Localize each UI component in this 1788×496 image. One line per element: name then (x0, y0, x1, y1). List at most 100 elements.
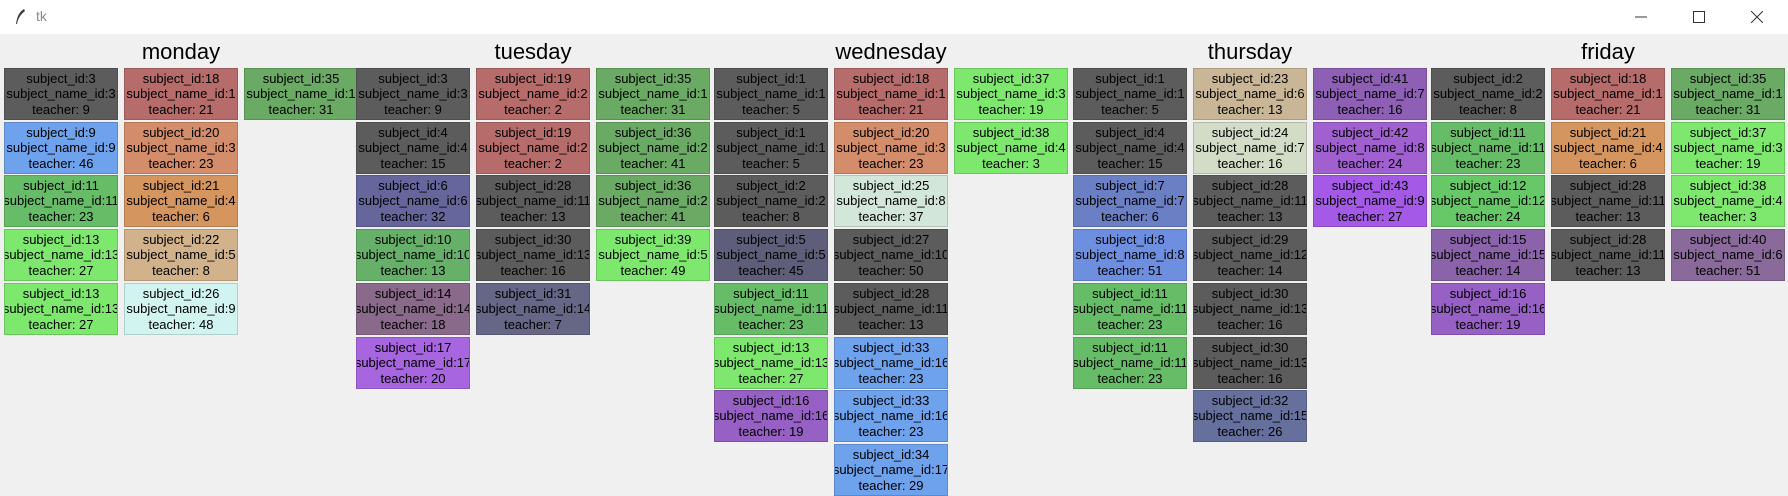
subject-block: subject_id:3 subject_name_id:3 teacher: 9 (356, 68, 470, 120)
block-teacher: teacher: 6 (1579, 155, 1637, 171)
block-subject-name-id: subject_name_id:3 (126, 140, 236, 156)
subject-block: subject_id:1 subject_name_id:1 teacher: 5 (1073, 68, 1187, 120)
subject-block: subject_id:21 subject_name_id:4 teacher: 6 (1551, 122, 1665, 174)
block-subject-id: subject_id:40 (1689, 231, 1767, 247)
block-subject-id: subject_id:13 (22, 231, 100, 247)
block-subject-name-id: subject_name_id:5 (126, 247, 236, 263)
block-subject-name-id: subject_name_id:7 (1075, 193, 1185, 209)
subject-block: subject_id:16 subject_name_id:16 teacher: … (714, 390, 828, 442)
block-teacher: teacher: 8 (742, 208, 800, 224)
block-subject-name-id: subject_name_id:11 (714, 301, 828, 317)
window-titlebar: tk (0, 0, 1788, 34)
block-subject-name-id: subject_name_id:8 (836, 193, 946, 209)
tk-feather-icon (13, 8, 27, 26)
block-subject-id: subject_id:11 (1450, 124, 1526, 140)
block-subject-id: subject_id:22 (142, 231, 220, 247)
block-subject-id: subject_id:2 (1453, 70, 1523, 86)
block-teacher: teacher: 37 (858, 208, 924, 224)
block-subject-id: subject_id:21 (142, 177, 220, 193)
block-subject-name-id: subject_name_id:1 (1075, 86, 1185, 102)
block-subject-id: subject_id:18 (1569, 70, 1647, 86)
block-subject-id: subject_id:6 (378, 177, 448, 193)
subject-block: subject_id:11 subject_name_id:11 teacher: … (1073, 337, 1187, 389)
block-subject-name-id: subject_name_id:11 (1193, 193, 1307, 209)
maximize-icon (1693, 11, 1705, 23)
subject-block: subject_id:30 subject_name_id:13 teacher: … (1193, 337, 1307, 389)
block-subject-id: subject_id:16 (732, 392, 810, 408)
block-subject-name-id: subject_name_id:13 (4, 247, 118, 263)
block-subject-name-id: subject_name_id:2 (598, 193, 708, 209)
subject-block: subject_id:18 subject_name_id:1 teacher: 2… (1551, 68, 1665, 120)
block-teacher: teacher: 9 (384, 101, 442, 117)
block-subject-id: subject_id:1 (736, 124, 806, 140)
subject-block: subject_id:13 subject_name_id:13 teacher: … (4, 283, 118, 335)
block-subject-name-id: subject_name_id:9 (1315, 193, 1425, 209)
block-subject-name-id: subject_name_id:7 (1195, 140, 1305, 156)
window-title: tk (36, 8, 47, 24)
block-subject-name-id: subject_name_id:16 (1431, 301, 1545, 317)
block-subject-id: subject_id:32 (1211, 392, 1289, 408)
block-subject-id: subject_id:3 (26, 70, 96, 86)
block-subject-name-id: subject_name_id:4 (1673, 193, 1783, 209)
minimize-button[interactable] (1618, 0, 1664, 34)
block-subject-name-id: subject_name_id:3 (836, 140, 946, 156)
block-teacher: teacher: 18 (380, 316, 446, 332)
block-subject-id: subject_id:36 (614, 177, 692, 193)
block-subject-id: subject_id:4 (378, 124, 448, 140)
maximize-button[interactable] (1676, 0, 1722, 34)
subject-block: subject_id:27 subject_name_id:10 teacher: … (834, 229, 948, 281)
block-subject-id: subject_id:28 (1569, 177, 1647, 193)
block-subject-name-id: subject_name_id:3 (358, 86, 468, 102)
block-subject-name-id: subject_name_id:1 (246, 86, 356, 102)
block-subject-id: subject_id:2 (736, 177, 806, 193)
block-subject-id: subject_id:11 (1092, 339, 1168, 355)
block-subject-id: subject_id:1 (1095, 70, 1165, 86)
block-teacher: teacher: 13 (380, 262, 446, 278)
subject-block: subject_id:11 subject_name_id:11 teacher: … (1073, 283, 1187, 335)
block-teacher: teacher: 19 (1455, 316, 1521, 332)
subject-block: subject_id:14 subject_name_id:14 teacher: … (356, 283, 470, 335)
subject-block: subject_id:25 subject_name_id:8 teacher: 3… (834, 175, 948, 227)
block-subject-id: subject_id:33 (852, 339, 930, 355)
block-teacher: teacher: 51 (1695, 262, 1761, 278)
subject-block: subject_id:38 subject_name_id:4 teacher: 3 (1671, 175, 1785, 227)
block-subject-id: subject_id:30 (494, 231, 572, 247)
subject-block: subject_id:4 subject_name_id:4 teacher: 15 (1073, 122, 1187, 174)
block-subject-name-id: subject_name_id:1 (716, 140, 826, 156)
block-subject-id: subject_id:21 (1569, 124, 1647, 140)
block-teacher: teacher: 16 (1217, 155, 1283, 171)
subject-block: subject_id:16 subject_name_id:16 teacher: … (1431, 283, 1545, 335)
block-subject-name-id: subject_name_id:14 (476, 301, 590, 317)
block-teacher: teacher: 13 (1575, 262, 1641, 278)
block-subject-name-id: subject_name_id:7 (1315, 86, 1425, 102)
block-teacher: teacher: 6 (1101, 208, 1159, 224)
block-teacher: teacher: 13 (858, 316, 924, 332)
block-teacher: teacher: 23 (738, 316, 804, 332)
day-header-tuesday: tuesday (494, 39, 572, 64)
block-subject-name-id: subject_name_id:11 (1551, 247, 1665, 263)
block-subject-name-id: subject_name_id:11 (476, 193, 590, 209)
block-teacher: teacher: 24 (1337, 155, 1403, 171)
subject-block: subject_id:2 subject_name_id:2 teacher: 8 (1431, 68, 1545, 120)
block-subject-name-id: subject_name_id:13 (476, 247, 590, 263)
block-subject-id: subject_id:36 (614, 124, 692, 140)
minimize-icon (1635, 16, 1647, 18)
block-teacher: teacher: 19 (738, 423, 804, 439)
block-teacher: teacher: 27 (28, 262, 94, 278)
block-teacher: teacher: 27 (28, 316, 94, 332)
block-subject-name-id: subject_name_id:4 (358, 140, 468, 156)
block-subject-id: subject_id:33 (852, 392, 930, 408)
block-teacher: teacher: 51 (1097, 262, 1163, 278)
block-subject-id: subject_id:3 (378, 70, 448, 86)
block-teacher: teacher: 50 (858, 262, 924, 278)
block-subject-id: subject_id:38 (1689, 177, 1767, 193)
block-teacher: teacher: 23 (858, 155, 924, 171)
block-teacher: teacher: 21 (858, 101, 924, 117)
close-icon (1751, 11, 1763, 23)
close-button[interactable] (1734, 0, 1780, 34)
subject-block: subject_id:19 subject_name_id:2 teacher: 2 (476, 68, 590, 120)
subject-block: subject_id:22 subject_name_id:5 teacher: 8 (124, 229, 238, 281)
subject-block: subject_id:2 subject_name_id:2 teacher: 8 (714, 175, 828, 227)
block-subject-id: subject_id:28 (1569, 231, 1647, 247)
block-subject-id: subject_id:4 (1095, 124, 1165, 140)
